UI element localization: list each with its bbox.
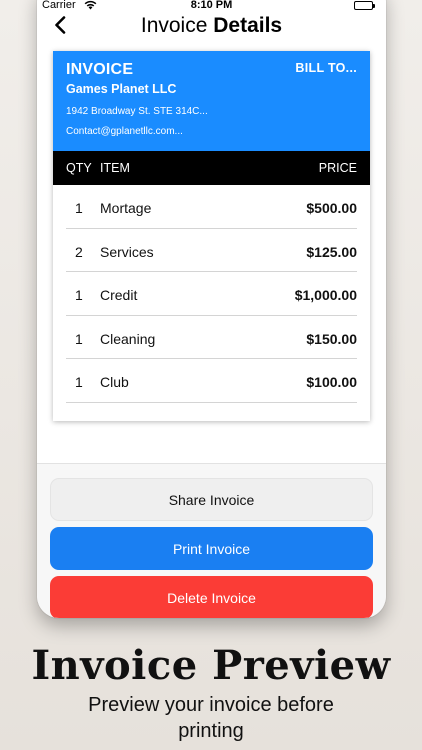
navigation-bar: Invoice Details	[37, 10, 386, 44]
bill-to-link[interactable]: BILL TO...	[295, 61, 357, 75]
row-price: $150.00	[306, 330, 357, 347]
row-item: Club	[100, 374, 129, 390]
table-row[interactable]: 1 Credit $1,000.00	[66, 272, 357, 316]
items-table-body: 1 Mortage $500.00 2 Services $125.00 1 C…	[66, 185, 357, 403]
items-table-header: QTY ITEM PRICE	[53, 151, 370, 185]
share-invoice-button[interactable]: Share Invoice	[50, 478, 373, 521]
table-row[interactable]: 1 Club $100.00	[66, 359, 357, 403]
page-title-bold: Details	[213, 14, 283, 37]
row-qty: 1	[75, 374, 83, 390]
page-title-light: Invoice	[140, 14, 208, 37]
screenshot-stage: Carrier 8:10 PM Invoice Details INVOICE …	[0, 0, 422, 750]
row-price: $500.00	[306, 200, 357, 216]
company-address: 1942 Broadway St. STE 314C...	[66, 106, 208, 117]
row-item: Cleaning	[100, 330, 156, 347]
row-qty: 1	[75, 200, 83, 216]
promo-subtitle: Preview your invoice before printing	[88, 694, 334, 742]
row-price: $100.00	[306, 374, 357, 390]
row-price: $1,000.00	[294, 287, 357, 303]
invoice-header: INVOICE BILL TO... Games Planet LLC 1942…	[53, 51, 370, 151]
company-name: Games Planet LLC	[66, 82, 177, 96]
promo-title: Invoice Preview	[31, 642, 391, 689]
row-item: Services	[100, 243, 154, 260]
page-title: Invoice Details	[37, 14, 386, 38]
table-row[interactable]: 2 Services $125.00	[66, 229, 357, 272]
row-price: $125.00	[306, 243, 357, 260]
row-item: Credit	[100, 287, 138, 303]
table-row[interactable]: 1 Mortage $500.00	[66, 185, 357, 229]
column-qty: QTY	[66, 161, 92, 175]
column-price: PRICE	[318, 161, 357, 175]
battery-icon	[354, 1, 375, 10]
action-sheet: Share Invoice Print Invoice Delete Invoi…	[37, 463, 386, 618]
print-invoice-button[interactable]: Print Invoice	[50, 527, 373, 570]
row-qty: 2	[75, 243, 83, 260]
table-row[interactable]: 1 Cleaning $150.00	[66, 316, 357, 359]
row-item: Mortage	[100, 200, 152, 216]
invoice-card: INVOICE BILL TO... Games Planet LLC 1942…	[53, 51, 370, 421]
row-qty: 1	[75, 287, 83, 303]
delete-invoice-button[interactable]: Delete Invoice	[50, 576, 373, 618]
row-qty: 1	[75, 330, 83, 347]
phone-screen: Carrier 8:10 PM Invoice Details INVOICE …	[37, 0, 386, 618]
invoice-heading: INVOICE	[66, 61, 134, 78]
column-item: ITEM	[100, 161, 130, 175]
company-contact: Contact@gplanetllc.com...	[66, 126, 183, 137]
